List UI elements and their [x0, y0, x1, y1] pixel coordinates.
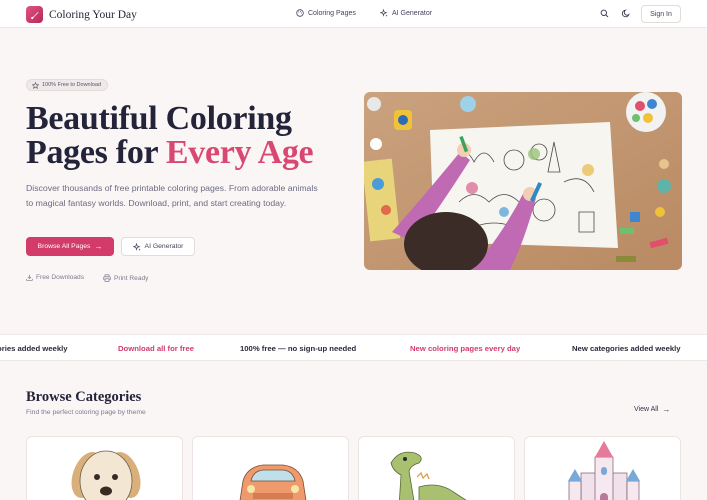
sparkle-icon	[132, 242, 141, 251]
badge-label: 100% Free to Download	[42, 82, 102, 88]
hero-photo-child-coloring	[364, 92, 682, 270]
dog-illustration	[71, 450, 141, 500]
printer-icon	[103, 274, 111, 282]
category-card-dog[interactable]	[26, 436, 183, 500]
sign-in-button[interactable]: Sign In	[641, 5, 681, 23]
top-nav: Coloring Your Day Coloring Pages AI Gene…	[0, 0, 707, 28]
feature-free-downloads: Free Downloads	[26, 274, 84, 281]
button-label: AI Generator	[144, 243, 184, 250]
castle-illustration	[568, 441, 640, 500]
free-badge: 100% Free to Download	[26, 79, 109, 91]
sparkle-icon	[380, 9, 388, 17]
download-icon	[26, 274, 33, 281]
moon-icon[interactable]	[622, 9, 631, 18]
feature-print-ready: Print Ready	[103, 274, 148, 282]
hero-title: Beautiful Coloring Pages for Every Age	[26, 102, 356, 170]
nav-link-label: AI Generator	[392, 9, 433, 17]
section-title: Browse Categories	[26, 389, 142, 405]
hero-description: Discover thousands of free printable col…	[26, 183, 318, 208]
arrow-right-icon: →	[662, 405, 671, 414]
button-label: Browse All Pages	[37, 243, 91, 250]
brand-name: Coloring Your Day	[49, 8, 137, 21]
hero-title-line1: Beautiful Coloring	[26, 100, 292, 137]
ai-generator-button[interactable]: AI Generator	[121, 237, 195, 256]
feature-label: Free Downloads	[36, 274, 85, 281]
ticker-item: 100% free — no sign-up needed	[240, 344, 357, 353]
brush-icon	[26, 6, 43, 23]
feature-label: Print Ready	[114, 274, 149, 282]
arrow-right-icon: →	[94, 242, 103, 251]
category-card-car[interactable]	[192, 436, 349, 500]
browse-all-pages-button[interactable]: Browse All Pages →	[26, 237, 114, 256]
section-subtitle: Find the perfect coloring page by theme	[26, 409, 146, 416]
nav-link-coloring-pages[interactable]: Coloring Pages	[296, 9, 356, 17]
palette-icon	[296, 9, 304, 17]
brand[interactable]: Coloring Your Day	[26, 6, 137, 23]
nav-link-ai-generator[interactable]: AI Generator	[380, 9, 432, 17]
marquee-banner: ories added weekly Download all for free…	[0, 334, 707, 361]
dinosaur-illustration	[390, 451, 467, 500]
ticker-item: ories added weekly	[0, 344, 68, 353]
ticker-item: New categories added weekly	[572, 344, 681, 353]
search-icon[interactable]	[600, 9, 609, 18]
car-illustration	[239, 464, 307, 500]
hero-title-accent: Every Age	[165, 134, 314, 171]
ticker-item: Download all for free	[118, 344, 195, 353]
ticker-item: New coloring pages every day	[410, 344, 521, 353]
category-card-castle[interactable]	[524, 436, 681, 500]
nav-link-label: Coloring Pages	[308, 9, 356, 17]
star-icon	[32, 81, 39, 89]
hero-title-line2: Pages for	[26, 134, 166, 171]
link-label: View All	[634, 406, 659, 413]
view-all-link[interactable]: View All →	[634, 405, 670, 414]
category-card-dinosaur[interactable]	[358, 436, 515, 500]
